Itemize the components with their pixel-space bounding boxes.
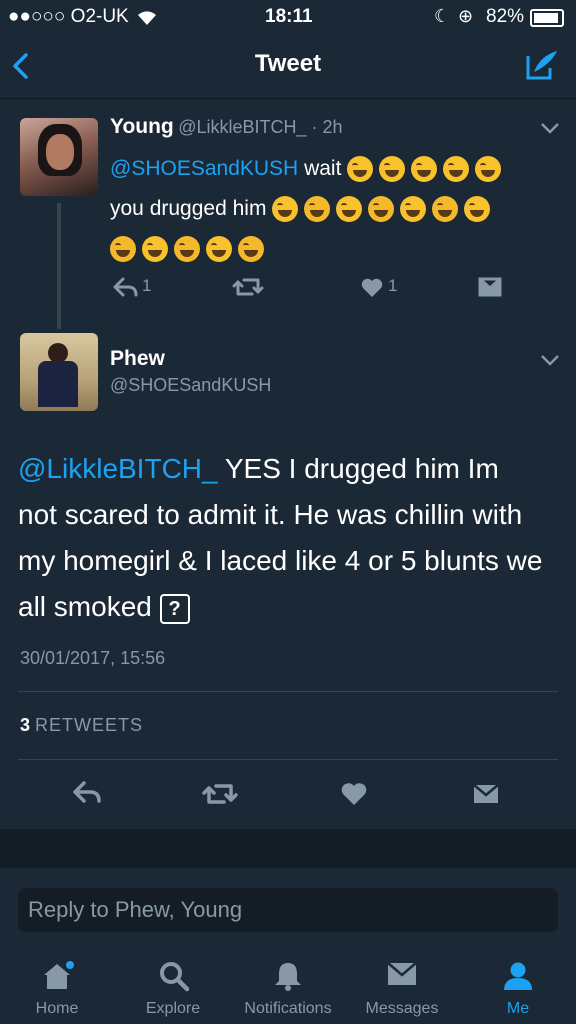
envelope-icon[interactable]: [472, 783, 500, 805]
author-name[interactable]: Young: [110, 115, 174, 138]
tears-of-joy-emoji: [206, 236, 232, 263]
envelope-icon[interactable]: [478, 277, 502, 297]
carrier-label: ●●○○○ O2-UK: [8, 6, 129, 27]
retweet-icon[interactable]: [232, 276, 264, 298]
reply-icon[interactable]: [72, 780, 102, 804]
tears-of-joy-emoji: [464, 196, 491, 223]
divider: [18, 759, 558, 760]
main-tweet-body: @LikkleBITCH_ YES I drugged him Im not s…: [18, 446, 543, 630]
tweet-header: Young @LikkleBITCH_ · 2h: [110, 115, 343, 139]
heart-icon[interactable]: [360, 276, 384, 298]
tab-messages-label: Messages: [365, 1000, 439, 1017]
compose-tweet-icon[interactable]: [524, 48, 560, 82]
reply-icon[interactable]: [112, 276, 138, 298]
tab-home-label: Home: [35, 1000, 79, 1017]
mention-link[interactable]: @SHOESandKUSH: [110, 157, 298, 180]
moon-icon: ☾: [434, 6, 451, 26]
retweet-icon[interactable]: [202, 782, 238, 806]
author-name[interactable]: Phew: [110, 347, 165, 371]
wifi-icon: [138, 11, 156, 25]
sob-emoji: [238, 236, 264, 263]
tab-explore[interactable]: Explore: [128, 938, 218, 1024]
tears-of-joy-emoji: [336, 196, 363, 223]
thread-line: [57, 203, 61, 329]
battery-percent: 82%: [486, 6, 525, 27]
tweet-timestamp: 30/01/2017, 15:56: [20, 648, 166, 668]
person-icon: [504, 962, 532, 990]
tears-of-joy-emoji: [272, 196, 299, 223]
tab-notifications-label: Notifications: [244, 1000, 332, 1017]
tweet-text-2: you drugged him: [110, 197, 273, 220]
tears-of-joy-emoji: [142, 236, 168, 263]
status-bar: ●●○○○ O2-UK 18:11 ☾ ⊕ 82%: [0, 0, 576, 34]
like-count: 1: [388, 276, 398, 295]
tears-of-joy-emoji: [475, 156, 502, 183]
envelope-icon: [387, 962, 417, 985]
bell-icon: [275, 963, 301, 991]
divider: [18, 691, 558, 692]
sob-emoji: [174, 236, 200, 263]
chevron-down-icon[interactable]: [540, 121, 560, 135]
tab-notifications[interactable]: Notifications: [234, 938, 342, 1024]
search-icon: [160, 962, 190, 992]
chevron-down-icon[interactable]: [540, 353, 560, 367]
tab-bar: Home Explore Notifications Messages Me: [0, 938, 576, 1024]
tweet-detail: Young @LikkleBITCH_ · 2h @SHOESandKUSH w…: [0, 99, 576, 829]
tweet-text-1: wait: [298, 157, 348, 180]
rotation-lock-icon: ⊕: [458, 6, 474, 26]
sob-emoji: [304, 196, 331, 223]
tab-explore-label: Explore: [145, 1000, 201, 1017]
page-title: Tweet: [254, 50, 322, 77]
tab-messages[interactable]: Messages: [356, 938, 448, 1024]
retweets-stat[interactable]: 3 RETWEETS: [20, 715, 143, 736]
home-icon: [44, 961, 74, 989]
tab-home[interactable]: Home: [12, 938, 102, 1024]
tears-of-joy-emoji: [347, 156, 374, 183]
author-handle-time: @LikkleBITCH_ · 2h: [178, 117, 343, 137]
tears-of-joy-emoji: [400, 196, 427, 223]
sob-emoji: [368, 196, 395, 223]
reply-input[interactable]: Reply to Phew, Young: [18, 888, 558, 932]
tears-of-joy-emoji: [443, 156, 470, 183]
unknown-glyph-icon: ?: [159, 593, 190, 624]
reply-bar: Reply to Phew, Young: [0, 868, 576, 938]
reply-count: 1: [142, 276, 152, 295]
avatar-phew[interactable]: [20, 333, 98, 411]
tweet-body: @SHOESandKUSH wait you drugged him: [110, 149, 550, 269]
sob-emoji: [110, 236, 136, 263]
tab-me-label: Me: [506, 1000, 530, 1017]
tears-of-joy-emoji: [411, 156, 438, 183]
retweets-count: 3: [20, 715, 31, 735]
clock-label: 18:11: [265, 6, 313, 27]
sob-emoji: [432, 196, 459, 223]
battery-icon: [530, 9, 564, 27]
parent-tweet-actions: 1 1: [112, 273, 552, 303]
author-handle[interactable]: @SHOESandKUSH: [110, 375, 271, 396]
mention-link[interactable]: @LikkleBITCH_: [18, 453, 218, 484]
avatar-young[interactable]: [20, 118, 98, 196]
retweets-label: RETWEETS: [35, 715, 144, 735]
nav-bar: Tweet: [0, 34, 576, 99]
tears-of-joy-emoji: [379, 156, 406, 183]
tab-me[interactable]: Me: [484, 938, 552, 1024]
heart-icon[interactable]: [340, 780, 368, 806]
